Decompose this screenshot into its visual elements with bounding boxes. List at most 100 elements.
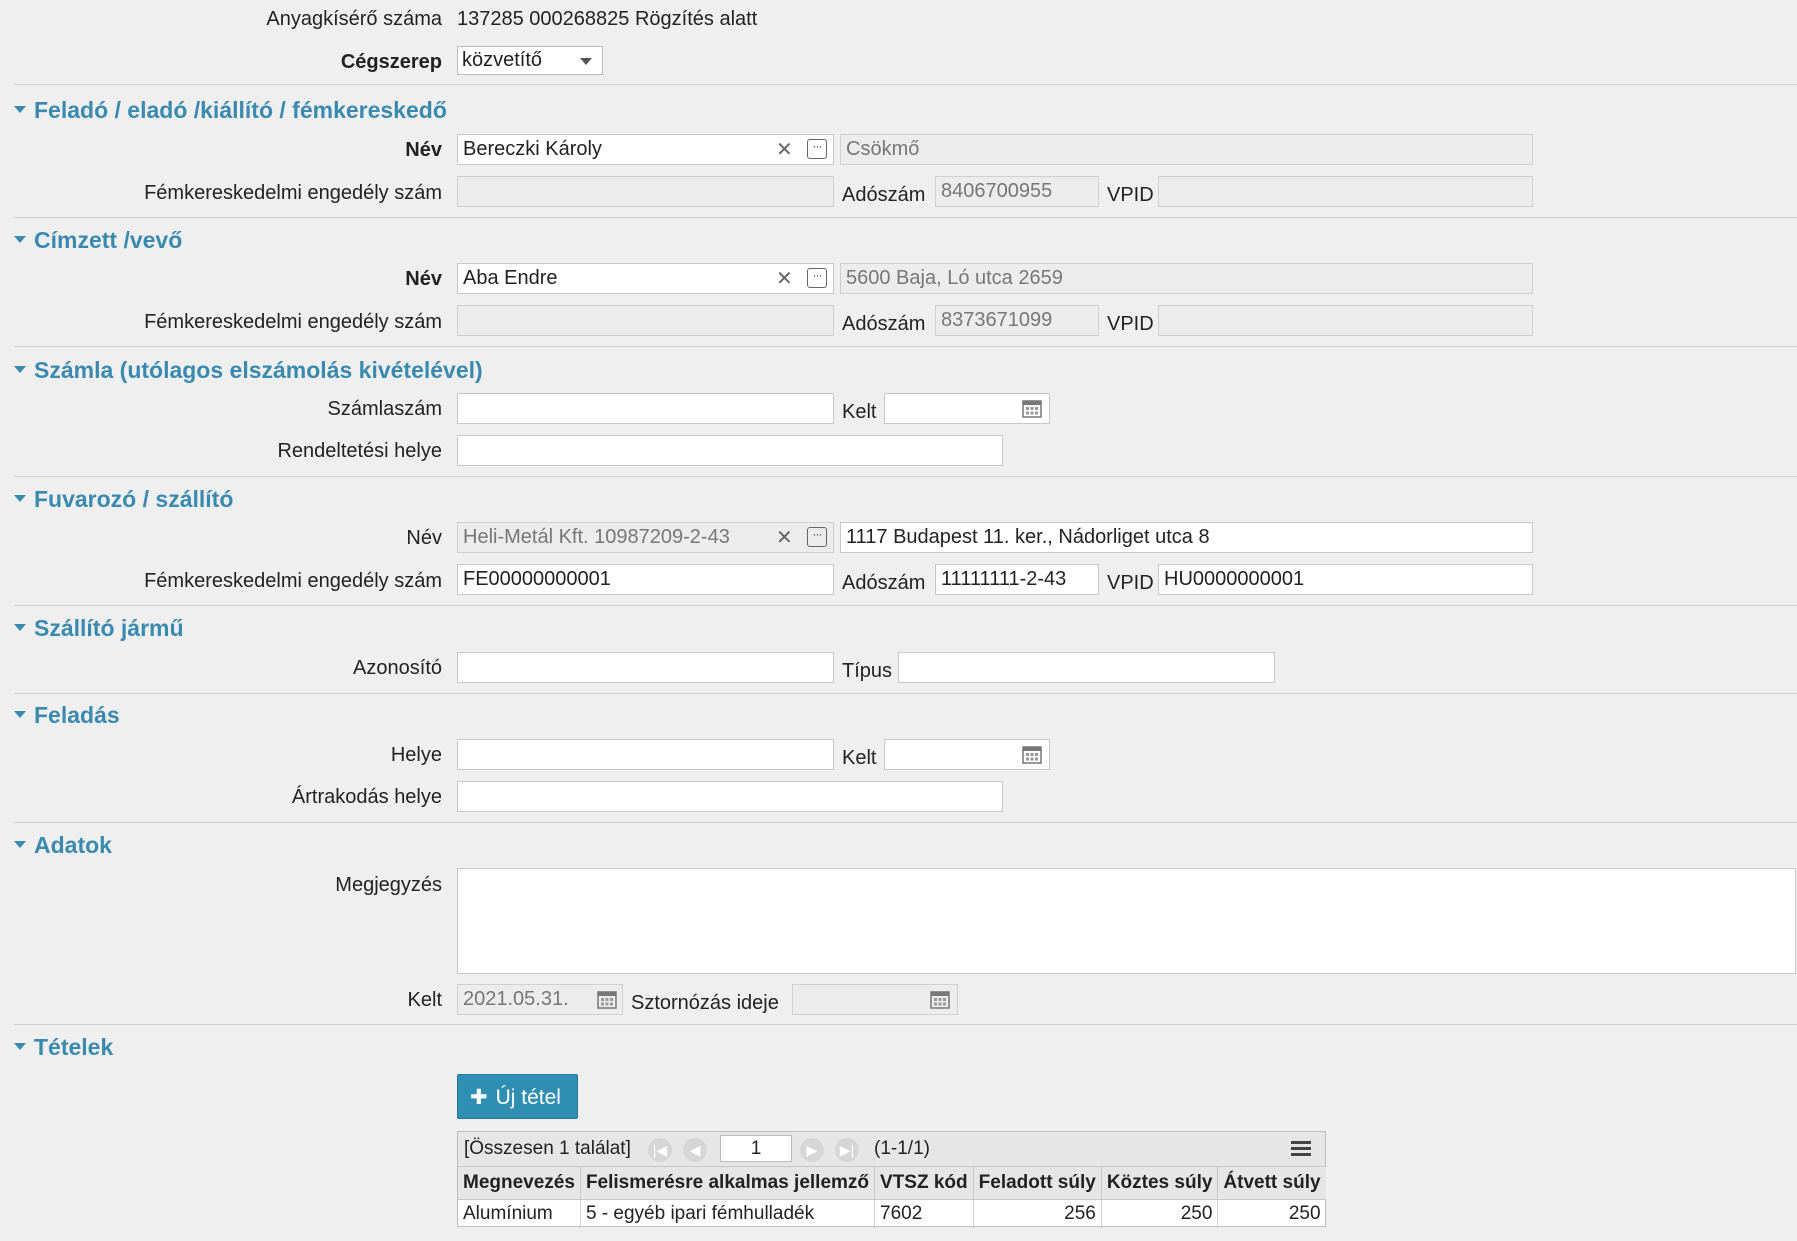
divider	[14, 476, 1797, 477]
recipient-license-label: Fémkereskedelmi engedély szám	[144, 311, 442, 333]
table-cell: 7602	[874, 1199, 974, 1228]
invoice-destination-field[interactable]	[457, 435, 1003, 466]
table-cell: Alumínium	[458, 1199, 581, 1228]
last-page-icon[interactable]: ▶|	[835, 1138, 859, 1162]
grid-range: (1-1/1)	[874, 1138, 930, 1159]
divider	[14, 217, 1797, 218]
column-header[interactable]: Átvett súly	[1217, 1167, 1326, 1200]
data-date-value: 2021.05.31.	[463, 988, 569, 1010]
section-carrier-title: Fuvarozó / szállító	[34, 486, 234, 512]
carrier-tax-field[interactable]: 11111111-2-43	[935, 564, 1099, 595]
note-label: Megjegyzés	[335, 874, 442, 896]
carrier-address-value: 1117 Budapest 11. ker., Nádorliget utca …	[846, 526, 1210, 548]
carrier-address-field[interactable]: 1117 Budapest 11. ker., Nádorliget utca …	[840, 522, 1533, 553]
invoice-date-label: Kelt	[842, 401, 877, 423]
carrier-vpid-value: HU0000000001	[1164, 568, 1305, 590]
recipient-tax-value: 8373671099	[941, 309, 1053, 331]
section-carrier[interactable]: Fuvarozó / szállító	[14, 486, 233, 513]
sender-name-label: Név	[405, 139, 442, 161]
column-header[interactable]: Köztes súly	[1101, 1167, 1219, 1200]
recipient-license-field	[457, 305, 834, 336]
ellipsis-icon[interactable]: ···	[807, 527, 827, 547]
triangle-down-icon	[14, 1043, 26, 1051]
carrier-tax-label: Adószám	[842, 572, 926, 594]
recipient-name-value: Aba Endre	[463, 267, 558, 289]
section-vehicle[interactable]: Szállító jármű	[14, 615, 184, 642]
first-page-icon[interactable]: |◀	[648, 1138, 672, 1162]
vehicle-type-label: Típus	[842, 660, 893, 682]
hamburger-icon[interactable]	[1291, 1141, 1311, 1156]
calendar-icon[interactable]	[1022, 744, 1042, 764]
recipient-address-value: 5600 Baja, Ló utca 2659	[846, 267, 1063, 289]
ellipsis-icon[interactable]: ···	[807, 268, 827, 288]
triangle-down-icon	[14, 495, 26, 503]
column-header[interactable]: Feladott súly	[973, 1167, 1102, 1200]
triangle-down-icon	[14, 624, 26, 632]
divider	[14, 693, 1797, 694]
doc-number-label: Anyagkísérő száma	[266, 8, 442, 30]
dispatch-transship-field[interactable]	[457, 781, 1003, 812]
dispatch-place-label: Helye	[390, 744, 442, 766]
section-items-title: Tételek	[34, 1034, 114, 1060]
carrier-tax-value: 11111111-2-43	[941, 568, 1067, 590]
vehicle-id-field[interactable]	[457, 652, 834, 683]
close-icon[interactable]: ✕	[776, 266, 793, 291]
sender-name-value: Bereczki Károly	[463, 138, 602, 160]
page-input-value: 1	[750, 1138, 762, 1159]
page-input[interactable]: 1	[720, 1135, 792, 1162]
section-dispatch[interactable]: Feladás	[14, 702, 120, 729]
dispatch-transship-label: Ártrakodás helye	[291, 786, 442, 808]
chevron-down-icon	[580, 58, 592, 65]
invoice-number-field[interactable]	[457, 393, 834, 424]
vehicle-type-field[interactable]	[898, 652, 1275, 683]
calendar-icon[interactable]	[1022, 398, 1042, 418]
carrier-license-label: Fémkereskedelmi engedély szám	[144, 570, 442, 592]
calendar-icon[interactable]	[597, 989, 617, 1009]
new-item-button[interactable]: ✚ Új tétel	[457, 1074, 578, 1119]
close-icon[interactable]: ✕	[776, 137, 793, 162]
table-cell: 250	[1288, 1203, 1321, 1224]
ellipsis-icon[interactable]: ···	[807, 139, 827, 159]
table-cell: 5 - egyéb ipari fémhulladék	[580, 1199, 876, 1228]
column-header[interactable]: Felismerésre alkalmas jellemző	[580, 1167, 876, 1200]
calendar-icon[interactable]	[930, 989, 950, 1009]
role-select-value: közvetítő	[462, 49, 543, 71]
divider	[14, 346, 1797, 347]
section-data[interactable]: Adatok	[14, 832, 112, 859]
carrier-license-field[interactable]: FE00000000001	[457, 564, 834, 595]
triangle-down-icon	[14, 236, 26, 244]
sender-vpid-field	[1158, 176, 1533, 207]
sender-vpid-label: VPID	[1107, 184, 1154, 206]
column-header[interactable]: Megnevezés	[458, 1167, 581, 1200]
dispatch-place-field[interactable]	[457, 739, 834, 770]
next-page-icon[interactable]: ▶	[800, 1138, 824, 1162]
column-header[interactable]: VTSZ kód	[874, 1167, 974, 1200]
table-row[interactable]: Alumínium 5 - egyéb ipari fémhulladék 76…	[458, 1199, 1326, 1228]
data-date-label: Kelt	[407, 989, 442, 1011]
items-table: Megnevezés Felismerésre alkalmas jellemz…	[458, 1167, 1326, 1228]
carrier-vpid-field[interactable]: HU0000000001	[1158, 564, 1533, 595]
triangle-down-icon	[14, 366, 26, 374]
plus-icon: ✚	[470, 1086, 488, 1109]
section-vehicle-title: Szállító jármű	[34, 615, 184, 641]
section-recipient[interactable]: Címzett /vevő	[14, 227, 182, 254]
role-select[interactable]: közvetítő	[457, 46, 603, 75]
section-invoice[interactable]: Számla (utólagos elszámolás kivételével)	[14, 357, 483, 384]
close-icon[interactable]: ✕	[776, 525, 793, 550]
note-textarea[interactable]	[457, 868, 1796, 974]
section-invoice-title: Számla (utólagos elszámolás kivételével)	[34, 357, 483, 383]
section-data-title: Adatok	[34, 832, 112, 858]
sender-tax-field: 8406700955	[935, 176, 1099, 207]
prev-page-icon[interactable]: ◀	[683, 1138, 707, 1162]
recipient-vpid-label: VPID	[1107, 313, 1154, 335]
vehicle-id-label: Azonosító	[353, 657, 442, 679]
section-sender[interactable]: Feladó / eladó /kiállító / fémkereskedő	[14, 97, 447, 124]
invoice-number-label: Számlaszám	[327, 398, 442, 420]
section-sender-title: Feladó / eladó /kiállító / fémkereskedő	[34, 97, 447, 123]
section-items[interactable]: Tételek	[14, 1034, 113, 1061]
sender-license-label: Fémkereskedelmi engedély szám	[144, 182, 442, 204]
recipient-address-field: 5600 Baja, Ló utca 2659	[840, 263, 1533, 294]
invoice-destination-label: Rendeltetési helye	[277, 440, 442, 462]
items-grid: [Összesen 1 találat] |◀ ◀ 1 ▶ ▶| (1-1/1)…	[457, 1131, 1326, 1228]
table-cell: 250	[1101, 1199, 1219, 1228]
